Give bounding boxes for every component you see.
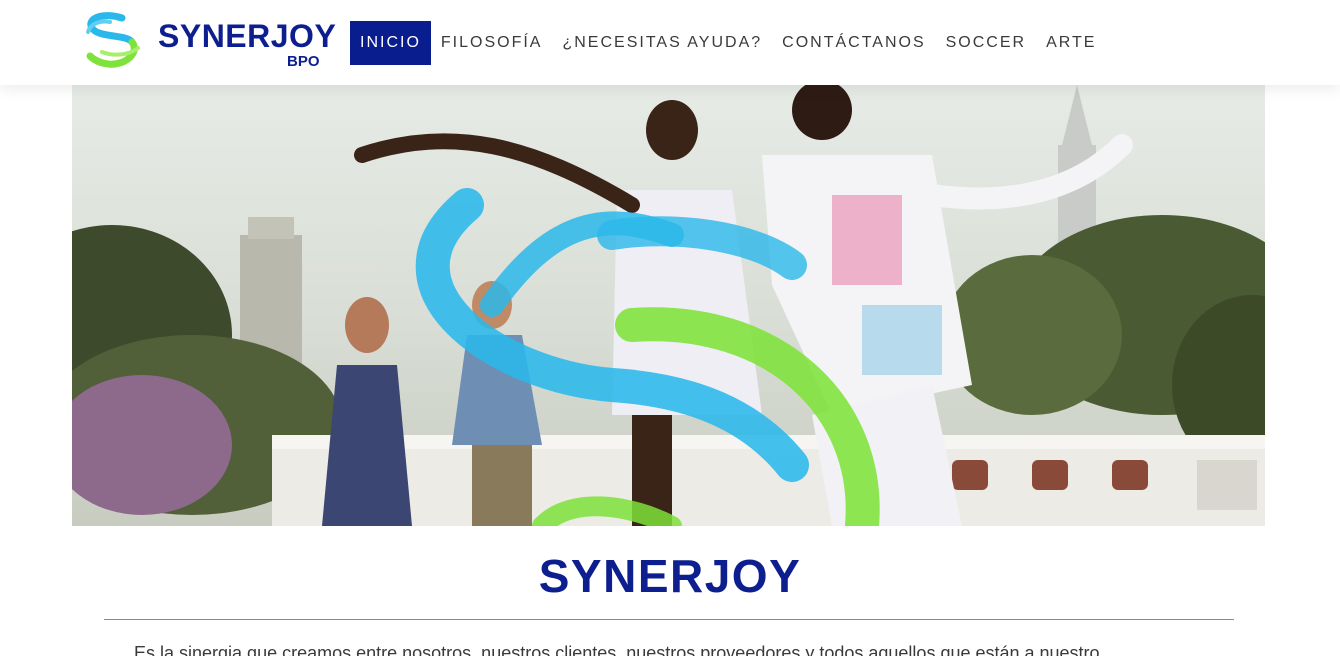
nav-item-contactanos[interactable]: CONTÁCTANOS [772, 21, 935, 65]
nav-item-arte[interactable]: ARTE [1036, 21, 1106, 65]
top-navbar: SYNERJOY BPO INICIO FILOSOFÍA ¿NECESITAS… [0, 0, 1340, 85]
logo-wordmark: SYNERJOY [158, 18, 337, 54]
main-menu: INICIO FILOSOFÍA ¿NECESITAS AYUDA? CONTÁ… [350, 21, 1106, 65]
nav-item-filosofia[interactable]: FILOSOFÍA [431, 21, 553, 65]
intro-paragraph: Es la sinergia que creamos entre nosotro… [134, 643, 1100, 656]
synerjoy-s-logo-icon [86, 12, 140, 68]
nav-item-necesitas-ayuda[interactable]: ¿NECESITAS AYUDA? [552, 21, 772, 65]
hero-banner [72, 85, 1265, 526]
hero-photo [72, 85, 1265, 526]
nav-item-soccer[interactable]: SOCCER [936, 21, 1036, 65]
synerjoy-logo[interactable]: SYNERJOY BPO [82, 12, 342, 72]
logo-subtitle: BPO [287, 53, 320, 70]
nav-item-inicio[interactable]: INICIO [350, 21, 431, 65]
title-divider [104, 619, 1234, 620]
page-title: SYNERJOY [538, 550, 802, 602]
